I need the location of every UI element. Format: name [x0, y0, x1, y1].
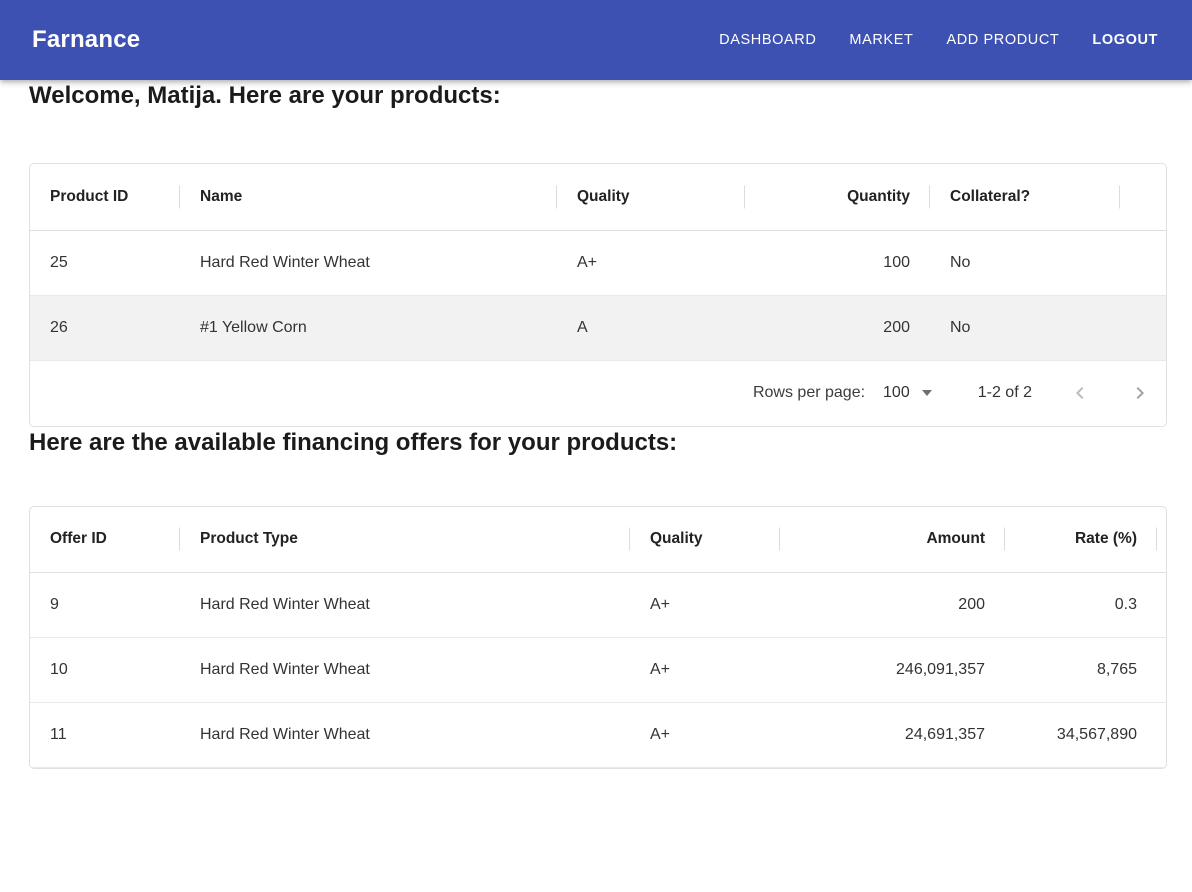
cell-collateral: No: [930, 295, 1120, 360]
offers-col-product-type: Product Type: [180, 507, 630, 573]
rows-per-page-select[interactable]: 100: [883, 384, 932, 402]
cell-product-type: Hard Red Winter Wheat: [180, 703, 630, 768]
rows-per-page-label: Rows per page:: [753, 384, 865, 402]
chevron-left-icon: [1068, 381, 1092, 405]
cell-quality: A+: [630, 573, 780, 638]
offers-table-card: Offer ID Product Type Quality Amount Rat…: [29, 506, 1167, 770]
offers-col-rate: Rate (%): [1005, 507, 1157, 573]
products-col-product-id: Product ID: [30, 164, 180, 230]
chevron-right-icon: [1128, 381, 1152, 405]
cell-quality: A+: [557, 230, 745, 295]
cell-amount: 200: [780, 573, 1005, 638]
cell-product-id: 25: [30, 230, 180, 295]
dropdown-arrow-icon: [922, 390, 932, 396]
offers-col-quality: Quality: [630, 507, 780, 573]
rows-per-page-value: 100: [883, 384, 910, 402]
products-col-quantity: Quantity: [745, 164, 930, 230]
cell-offer-id: 11: [30, 703, 180, 768]
cell-collateral: No: [930, 230, 1120, 295]
nav-link-add-product[interactable]: ADD PRODUCT: [946, 32, 1059, 48]
nav-link-market[interactable]: MARKET: [849, 32, 913, 48]
cell-name: #1 Yellow Corn: [180, 295, 557, 360]
products-col-filler: [1120, 164, 1166, 230]
previous-page-button[interactable]: [1068, 381, 1092, 405]
next-page-button[interactable]: [1128, 381, 1152, 405]
nav-links: DASHBOARD MARKET ADD PRODUCT LOGOUT: [719, 32, 1158, 48]
table-row: 9 Hard Red Winter Wheat A+ 200 0.3: [30, 573, 1166, 638]
cell-rate: 34,567,890: [1005, 703, 1157, 768]
cell-amount: 246,091,357: [780, 638, 1005, 703]
cell-rate: 0.3: [1005, 573, 1157, 638]
cell-quality: A: [557, 295, 745, 360]
products-table: Product ID Name Quality Quantity Collate…: [30, 164, 1166, 361]
cell-amount: 24,691,357: [780, 703, 1005, 768]
page-range-label: 1-2 of 2: [978, 384, 1032, 402]
cell-quality: A+: [630, 638, 780, 703]
table-row: 26 #1 Yellow Corn A 200 No: [30, 295, 1166, 360]
products-table-card: Product ID Name Quality Quantity Collate…: [29, 163, 1167, 427]
cell-offer-id: 10: [30, 638, 180, 703]
navbar: Farnance DASHBOARD MARKET ADD PRODUCT LO…: [0, 0, 1192, 80]
products-heading: Welcome, Matija. Here are your products:: [29, 80, 1167, 112]
nav-link-logout[interactable]: LOGOUT: [1092, 32, 1158, 48]
offers-col-offer-id: Offer ID: [30, 507, 180, 573]
table-row: 10 Hard Red Winter Wheat A+ 246,091,357 …: [30, 638, 1166, 703]
offers-heading: Here are the available financing offers …: [29, 427, 1167, 459]
table-pagination: Rows per page: 100 1-2 of 2: [30, 361, 1166, 426]
products-header-row: Product ID Name Quality Quantity Collate…: [30, 164, 1166, 230]
main-content: Welcome, Matija. Here are your products:…: [0, 80, 1192, 769]
cell-quantity: 100: [745, 230, 930, 295]
offers-col-amount: Amount: [780, 507, 1005, 573]
cell-quantity: 200: [745, 295, 930, 360]
products-col-quality: Quality: [557, 164, 745, 230]
products-col-collateral: Collateral?: [930, 164, 1120, 230]
cell-offer-id: 9: [30, 573, 180, 638]
cell-name: Hard Red Winter Wheat: [180, 230, 557, 295]
nav-link-dashboard[interactable]: DASHBOARD: [719, 32, 816, 48]
cell-product-type: Hard Red Winter Wheat: [180, 638, 630, 703]
offers-table: Offer ID Product Type Quality Amount Rat…: [30, 507, 1166, 769]
cell-quality: A+: [630, 703, 780, 768]
products-col-name: Name: [180, 164, 557, 230]
table-row: 25 Hard Red Winter Wheat A+ 100 No: [30, 230, 1166, 295]
offers-col-filler: [1157, 507, 1166, 573]
brand-logo[interactable]: Farnance: [32, 26, 140, 54]
offers-header-row: Offer ID Product Type Quality Amount Rat…: [30, 507, 1166, 573]
table-row: 11 Hard Red Winter Wheat A+ 24,691,357 3…: [30, 703, 1166, 768]
cell-product-id: 26: [30, 295, 180, 360]
cell-product-type: Hard Red Winter Wheat: [180, 573, 630, 638]
cell-rate: 8,765: [1005, 638, 1157, 703]
